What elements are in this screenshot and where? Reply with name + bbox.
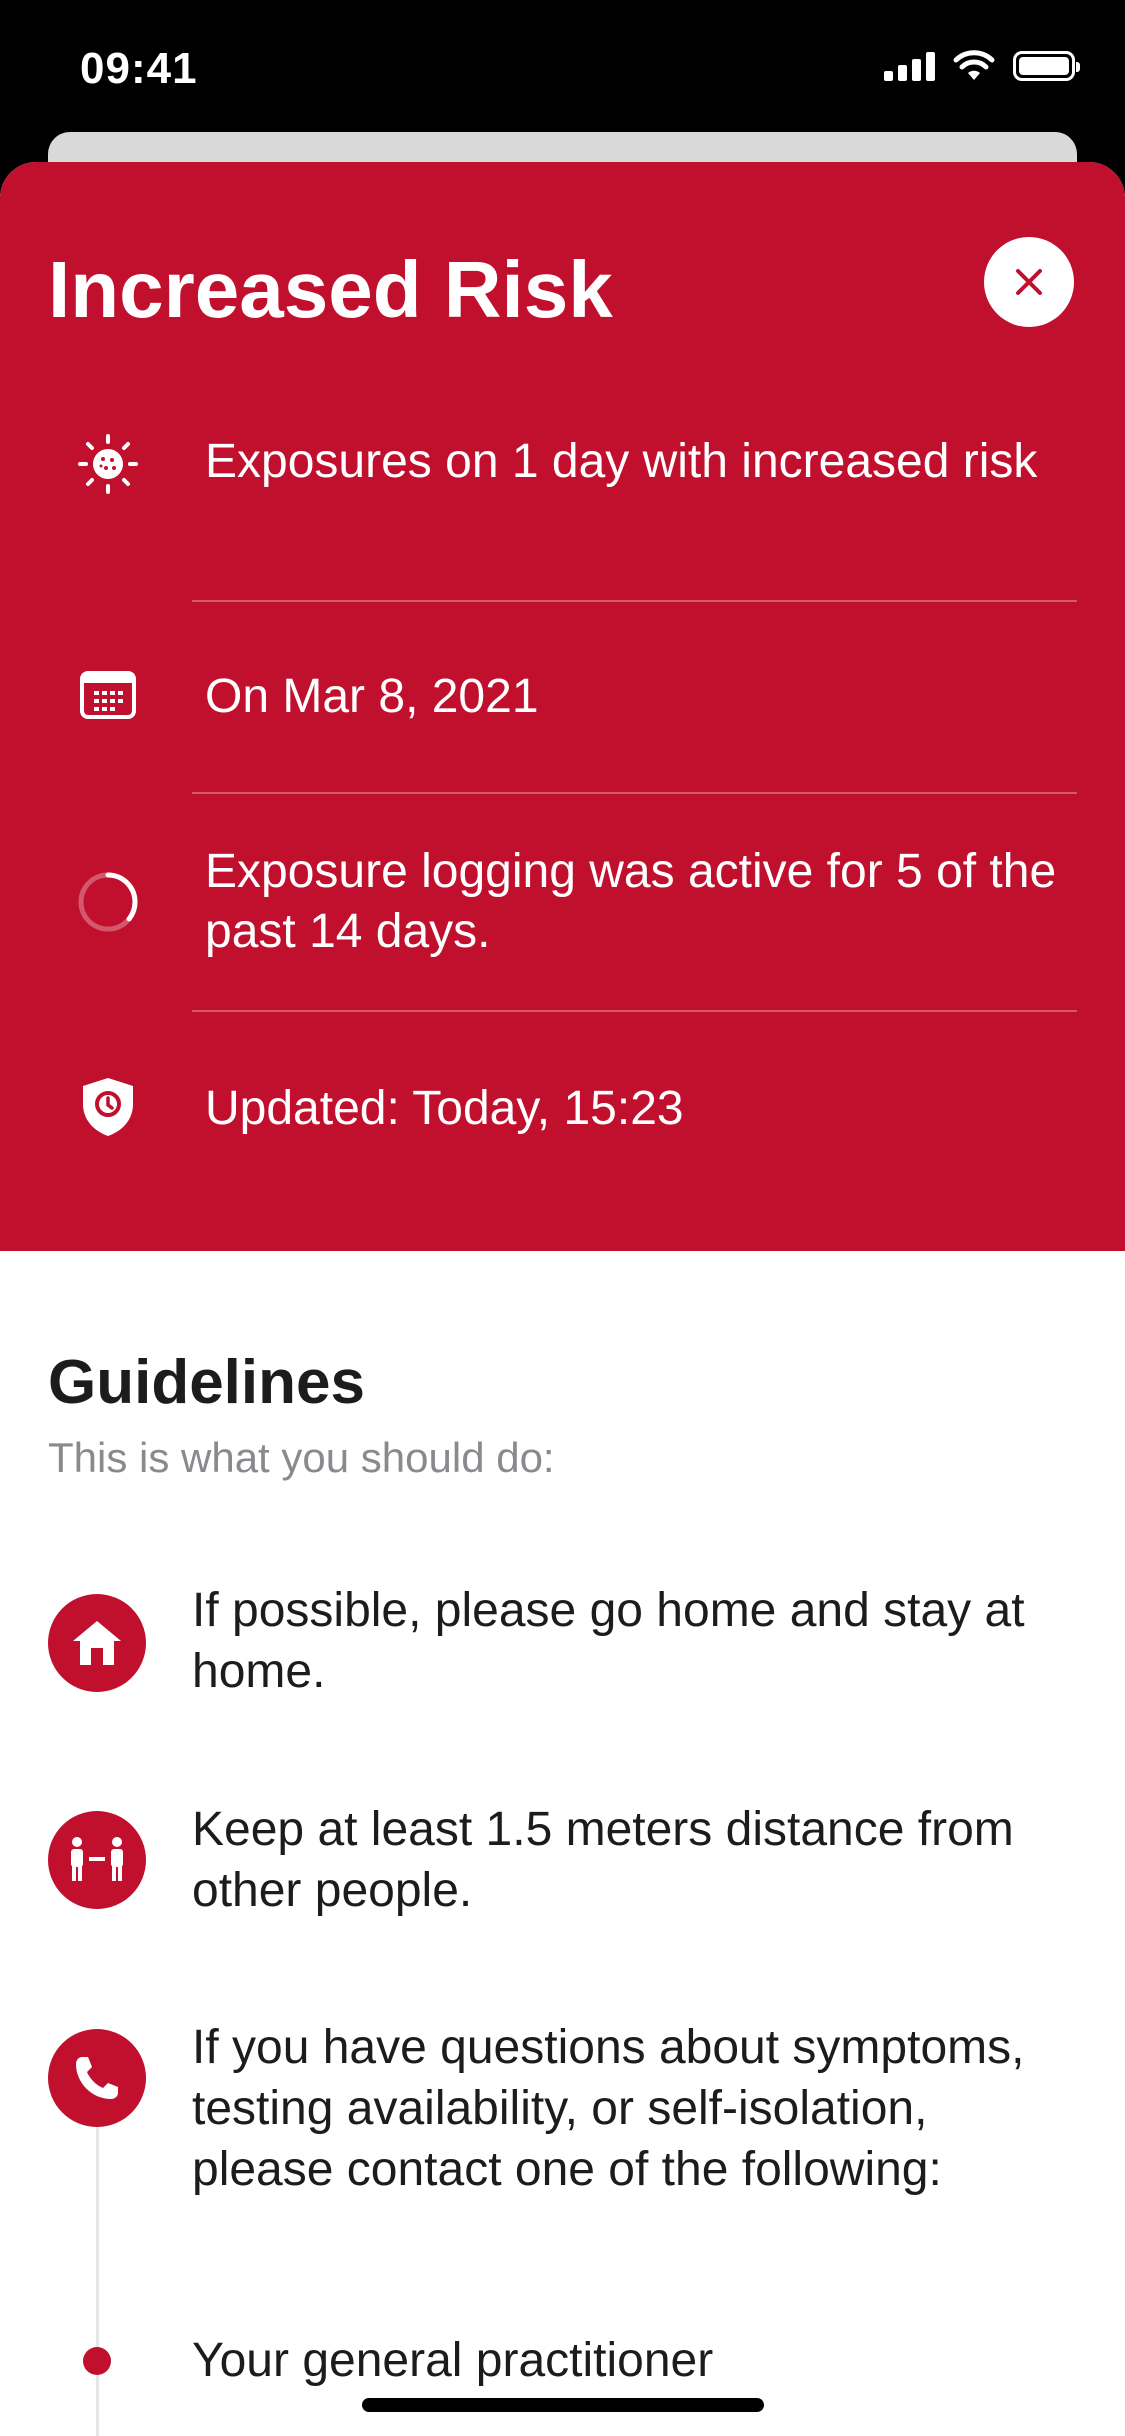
guidelines-title: Guidelines: [48, 1348, 365, 1417]
timeline-bullet: [83, 2347, 111, 2375]
exposure-date-text: On Mar 8, 2021: [205, 670, 539, 723]
logging-active-text: Exposure logging was active for 5 of the…: [205, 845, 1057, 958]
wifi-icon: [953, 50, 995, 80]
exposure-days-text: Exposures on 1 day with increased risk: [205, 435, 1038, 488]
status-bar: 09:41: [0, 0, 1125, 140]
contact-timeline-line: [96, 2112, 99, 2436]
progress-ring-icon: [76, 870, 140, 934]
phone-icon: [48, 2029, 146, 2127]
virus-icon: [76, 432, 140, 496]
contact-item-general-practitioner: Your general practitioner: [192, 2334, 714, 2387]
close-icon: [1016, 269, 1042, 295]
shield-clock-icon: [76, 1075, 140, 1139]
divider: [192, 600, 1077, 602]
guidelines-subtitle: This is what you should do:: [48, 1434, 555, 1481]
guideline-distance-text: Keep at least 1.5 meters distance from o…: [192, 1803, 1014, 1917]
close-button[interactable]: [984, 237, 1074, 327]
home-indicator[interactable]: [362, 2398, 764, 2412]
status-time: 09:41: [80, 44, 198, 93]
risk-title: Increased Risk: [48, 245, 613, 334]
calendar-icon: [76, 663, 140, 727]
home-icon: [48, 1594, 146, 1692]
status-icons: [884, 50, 1080, 82]
battery-icon: [1013, 51, 1080, 81]
exposure-detail-sheet: Increased Risk Exposures on 1 day with i…: [0, 162, 1125, 2436]
risk-panel: Increased Risk Exposures on 1 day with i…: [0, 162, 1125, 1251]
divider: [192, 1010, 1077, 1012]
cellular-signal-icon: [884, 51, 935, 81]
updated-text: Updated: Today, 15:23: [205, 1082, 684, 1135]
guideline-home-text: If possible, please go home and stay at …: [192, 1584, 1025, 1698]
guideline-questions-text: If you have questions about symptoms, te…: [192, 2021, 1025, 2196]
divider: [192, 792, 1077, 794]
distance-icon: [48, 1811, 146, 1909]
